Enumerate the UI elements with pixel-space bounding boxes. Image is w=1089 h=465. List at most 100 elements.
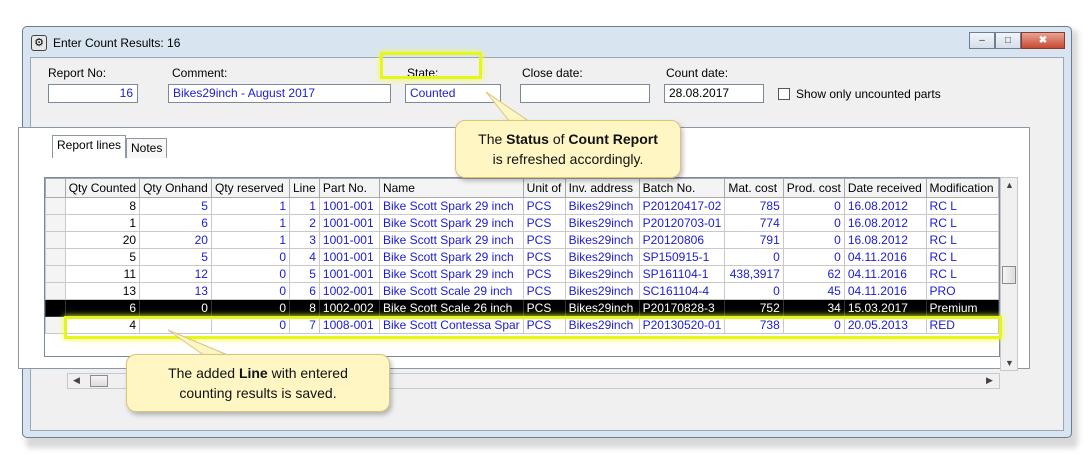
table-cell[interactable]: 0 bbox=[782, 316, 845, 334]
title-bar[interactable]: ⚙ Enter Count Results: 16 – □ ✖ bbox=[23, 27, 1071, 57]
column-header[interactable]: Part No. bbox=[318, 178, 380, 198]
table-cell[interactable]: 13 bbox=[139, 282, 212, 300]
table-cell[interactable]: 5 bbox=[289, 265, 320, 283]
close-button[interactable]: ✖ bbox=[1021, 32, 1065, 49]
table-cell[interactable]: 0 bbox=[724, 282, 784, 300]
table-cell[interactable]: Bikes29inch bbox=[564, 197, 640, 215]
table-cell[interactable]: RC L bbox=[925, 214, 999, 232]
table-cell[interactable]: PCS bbox=[522, 214, 566, 232]
vertical-scrollbar[interactable]: ▲ ▼ bbox=[1000, 177, 1018, 371]
table-cell[interactable]: 16.08.2012 bbox=[843, 197, 927, 215]
table-cell[interactable]: 1001-001 bbox=[318, 265, 380, 283]
table-cell[interactable]: 0 bbox=[139, 299, 212, 317]
table-row[interactable]: 6 0 0 8 1002-002 Bike Scott Scale 26 inch PCS B… bbox=[45, 299, 999, 317]
table-row[interactable]: 5 5 0 4 1001-001 Bike Scott Spark 29 inch PCS B… bbox=[45, 248, 999, 266]
table-cell[interactable]: 1001-001 bbox=[318, 248, 380, 266]
minimize-button[interactable]: – bbox=[969, 32, 995, 49]
table-cell[interactable]: 1 bbox=[64, 214, 141, 232]
table-cell[interactable]: Bike Scott Spark 29 inch bbox=[378, 265, 524, 283]
table-cell[interactable]: 8 bbox=[64, 197, 141, 215]
table-cell[interactable]: 0 bbox=[782, 248, 845, 266]
table-cell[interactable]: 5 bbox=[139, 248, 212, 266]
table-cell[interactable]: 7 bbox=[289, 316, 320, 334]
table-cell[interactable]: 0 bbox=[210, 316, 291, 334]
table-cell[interactable]: PCS bbox=[522, 299, 566, 317]
table-cell[interactable]: P20120703-01 bbox=[638, 214, 726, 232]
column-header[interactable]: Line bbox=[289, 178, 320, 198]
table-cell[interactable]: PCS bbox=[522, 248, 566, 266]
table-cell[interactable]: Bike Scott Contessa Spar bbox=[378, 316, 524, 334]
row-header-cell[interactable] bbox=[45, 282, 66, 300]
table-row[interactable]: 8 5 1 1 1001-001 Bike Scott Spark 29 inch PCS B… bbox=[45, 197, 999, 215]
table-cell[interactable]: 34 bbox=[782, 299, 845, 317]
table-cell[interactable]: 0 bbox=[210, 282, 291, 300]
table-cell[interactable]: Bike Scott Spark 29 inch bbox=[378, 197, 524, 215]
table-cell[interactable]: PCS bbox=[522, 197, 566, 215]
table-cell[interactable]: 15.03.2017 bbox=[843, 299, 927, 317]
table-row[interactable]: 13 13 0 6 1002-001 Bike Scott Scale 29 inch PC… bbox=[45, 282, 999, 300]
report-no-field[interactable]: 16 bbox=[48, 84, 138, 103]
table-cell[interactable]: 738 bbox=[724, 316, 784, 334]
table-cell[interactable]: 0 bbox=[724, 248, 784, 266]
table-cell[interactable]: 1002-001 bbox=[318, 282, 380, 300]
table-cell[interactable]: SC161104-4 bbox=[638, 282, 726, 300]
table-cell[interactable]: 1002-002 bbox=[318, 299, 380, 317]
row-header-cell[interactable] bbox=[45, 316, 66, 334]
table-cell[interactable]: RC L bbox=[925, 197, 999, 215]
table-cell[interactable]: 16.08.2012 bbox=[843, 231, 927, 249]
table-cell[interactable]: PCS bbox=[522, 282, 566, 300]
table-cell[interactable]: 62 bbox=[782, 265, 845, 283]
comment-field[interactable]: Bikes29inch - August 2017 bbox=[168, 84, 391, 103]
tab-notes[interactable]: Notes bbox=[126, 138, 168, 158]
column-header[interactable]: Qty Counted bbox=[64, 178, 141, 198]
scroll-down-icon[interactable]: ▼ bbox=[1005, 358, 1014, 368]
table-cell[interactable] bbox=[139, 316, 212, 334]
scroll-left-icon[interactable]: ◀ bbox=[73, 375, 80, 386]
table-cell[interactable]: 1 bbox=[210, 214, 291, 232]
table-cell[interactable]: SP161104-1 bbox=[638, 265, 726, 283]
table-cell[interactable]: 4 bbox=[289, 248, 320, 266]
column-header[interactable]: Inv. address bbox=[564, 178, 640, 198]
table-cell[interactable]: 6 bbox=[64, 299, 141, 317]
row-header-cell[interactable] bbox=[45, 214, 66, 232]
table-row[interactable]: 11 12 0 5 1001-001 Bike Scott Spark 29 inch PC… bbox=[45, 265, 999, 283]
count-date-field[interactable]: 28.08.2017 bbox=[664, 84, 764, 103]
table-cell[interactable]: 20 bbox=[64, 231, 141, 249]
table-cell[interactable]: 8 bbox=[289, 299, 320, 317]
table-cell[interactable]: 0 bbox=[210, 299, 291, 317]
table-cell[interactable]: SP150915-1 bbox=[638, 248, 726, 266]
table-cell[interactable]: 2 bbox=[289, 214, 320, 232]
tab-report-lines[interactable]: Report lines bbox=[52, 135, 127, 158]
table-cell[interactable]: 6 bbox=[289, 282, 320, 300]
table-cell[interactable]: 13 bbox=[64, 282, 141, 300]
row-header-cell[interactable] bbox=[45, 265, 66, 283]
table-cell[interactable]: RC L bbox=[925, 248, 999, 266]
table-cell[interactable]: 5 bbox=[139, 197, 212, 215]
table-cell[interactable]: 0 bbox=[782, 214, 845, 232]
table-cell[interactable]: Premium bbox=[925, 299, 999, 317]
table-cell[interactable]: PCS bbox=[522, 316, 566, 334]
table-cell[interactable]: 5 bbox=[64, 248, 141, 266]
table-cell[interactable]: 1001-001 bbox=[318, 231, 380, 249]
table-cell[interactable]: 1 bbox=[210, 231, 291, 249]
horizontal-scroll-thumb[interactable] bbox=[90, 375, 108, 387]
maximize-button[interactable]: □ bbox=[995, 32, 1021, 49]
table-cell[interactable]: 04.11.2016 bbox=[843, 248, 927, 266]
table-cell[interactable]: 3 bbox=[289, 231, 320, 249]
table-cell[interactable]: 1001-001 bbox=[318, 214, 380, 232]
table-cell[interactable]: 6 bbox=[139, 214, 212, 232]
table-cell[interactable]: 20 bbox=[139, 231, 212, 249]
table-cell[interactable]: 16.08.2012 bbox=[843, 214, 927, 232]
table-cell[interactable]: 438,3917 bbox=[724, 265, 784, 283]
state-field[interactable]: Counted bbox=[405, 84, 501, 103]
table-row[interactable]: 20 20 1 3 1001-001 Bike Scott Spark 29 inch PC… bbox=[45, 231, 999, 249]
table-cell[interactable]: 20.05.2013 bbox=[843, 316, 927, 334]
close-date-field[interactable] bbox=[520, 84, 650, 103]
column-header[interactable]: Mat. cost bbox=[724, 178, 784, 198]
table-cell[interactable]: RC L bbox=[925, 231, 999, 249]
row-header-cell[interactable] bbox=[45, 248, 66, 266]
table-cell[interactable]: 791 bbox=[724, 231, 784, 249]
table-cell[interactable]: Bike Scott Spark 29 inch bbox=[378, 214, 524, 232]
table-cell[interactable]: P20120417-02 bbox=[638, 197, 726, 215]
table-cell[interactable]: Bike Scott Scale 29 inch bbox=[378, 282, 524, 300]
